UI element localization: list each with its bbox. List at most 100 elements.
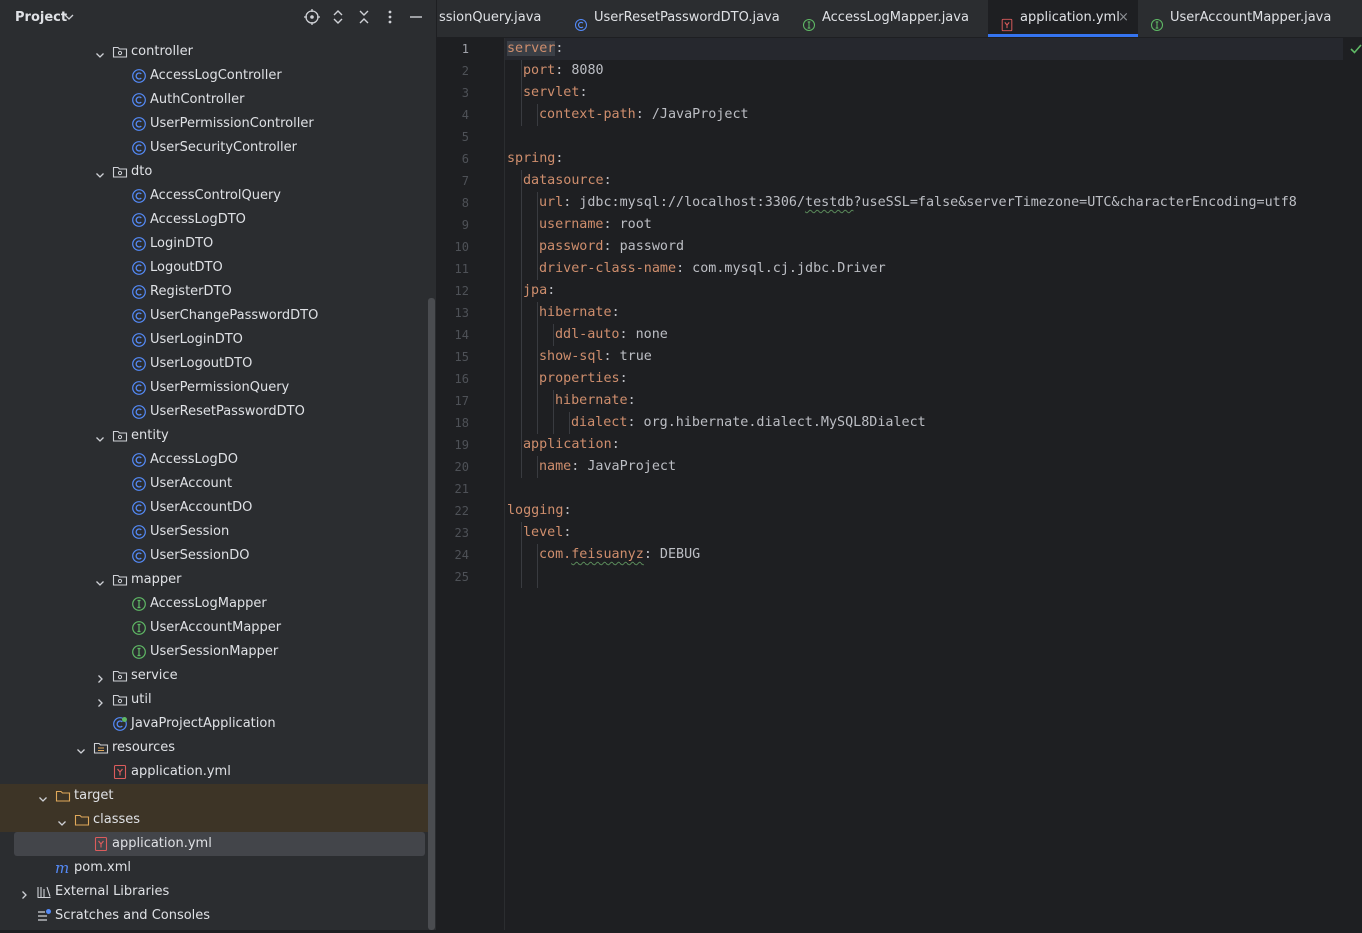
code-line[interactable]: hibernate:	[555, 390, 636, 412]
tree-node[interactable]: m pom.xml	[0, 856, 430, 880]
yaml-key: datasource	[523, 173, 604, 188]
tree-node[interactable]: controller	[0, 40, 430, 64]
tree-node[interactable]: util	[0, 688, 430, 712]
chevron-down-icon[interactable]	[94, 166, 106, 178]
code-line[interactable]: username: root	[539, 214, 652, 236]
code-line[interactable]: servlet:	[523, 82, 588, 104]
chevron-down-icon[interactable]	[94, 574, 106, 586]
tree-node-label: AccessControlQuery	[150, 188, 282, 203]
tree-node[interactable]: AccessLogMapper	[0, 592, 430, 616]
tree-node-label: AccessLogMapper	[150, 596, 267, 611]
project-title[interactable]: Project	[15, 10, 67, 25]
code-line[interactable]: dialect: org.hibernate.dialect.MySQL8Dia…	[571, 412, 926, 434]
editor-tab[interactable]: UserAccountMapper.java	[1138, 0, 1362, 37]
locate-target-icon[interactable]	[303, 8, 321, 26]
code-line[interactable]: logging:	[507, 500, 572, 522]
line-number: 10	[454, 240, 469, 254]
more-options-icon[interactable]	[381, 8, 399, 26]
tree-node[interactable]: resources	[0, 736, 430, 760]
line-number: 1	[461, 42, 469, 56]
tree-node[interactable]: UserSession	[0, 520, 430, 544]
tree-node[interactable]: AccessLogDTO	[0, 208, 430, 232]
tree-node[interactable]: UserSessionDO	[0, 544, 430, 568]
tree-node[interactable]: application.yml	[14, 832, 425, 856]
code-line[interactable]: com.feisuanyz: DEBUG	[539, 544, 700, 566]
hide-panel-icon[interactable]	[407, 8, 425, 26]
tree-node[interactable]: mapper	[0, 568, 430, 592]
chevron-down-icon[interactable]	[75, 742, 87, 754]
expand-all-icon[interactable]	[329, 8, 347, 26]
class-icon	[131, 356, 147, 372]
tree-node-label: UserResetPasswordDTO	[150, 404, 305, 419]
code-line[interactable]: driver-class-name: com.mysql.cj.jdbc.Dri…	[539, 258, 886, 280]
tree-node[interactable]: AuthController	[0, 88, 430, 112]
editor-tab[interactable]: UserResetPasswordDTO.java	[562, 0, 790, 37]
tree-node[interactable]: UserAccountMapper	[0, 616, 430, 640]
class-icon	[131, 260, 147, 276]
code-line[interactable]: application:	[523, 434, 620, 456]
tree-node[interactable]: classes	[0, 808, 430, 832]
chevron-right-icon[interactable]	[18, 886, 30, 899]
tree-node[interactable]: UserResetPasswordDTO	[0, 400, 430, 424]
scratches-icon	[36, 908, 52, 924]
tree-node[interactable]: UserChangePasswordDTO	[0, 304, 430, 328]
tree-node[interactable]: UserSessionMapper	[0, 640, 430, 664]
tree-node[interactable]: JavaProjectApplication	[0, 712, 430, 736]
code-line[interactable]: spring:	[507, 148, 563, 170]
tree-scrollbar[interactable]	[428, 298, 435, 930]
no-problems-check-icon[interactable]	[1349, 42, 1362, 56]
chevron-right-icon[interactable]	[94, 694, 106, 707]
tree-node[interactable]: application.yml	[0, 760, 430, 784]
code-line[interactable]: show-sql: true	[539, 346, 652, 368]
editor-tab-bar: ssionQuery.java UserResetPasswordDTO.java…	[437, 0, 1362, 38]
code-editor[interactable]: 1 server: 2 port: 8080 3 servlet: 4 context-pat…	[437, 38, 1362, 930]
chevron-down-icon[interactable]	[37, 790, 49, 802]
tree-node[interactable]: AccessLogController	[0, 64, 430, 88]
code-line[interactable]: properties:	[539, 368, 628, 390]
editor-tab[interactable]: ssionQuery.java	[437, 0, 562, 37]
chevron-down-icon[interactable]	[94, 46, 106, 58]
chevron-right-icon[interactable]	[94, 670, 106, 683]
tree-node[interactable]: UserAccount	[0, 472, 430, 496]
tree-node[interactable]: dto	[0, 160, 430, 184]
collapse-all-icon[interactable]	[355, 8, 373, 26]
tree-node[interactable]: UserLoginDTO	[0, 328, 430, 352]
code-line[interactable]: password: password	[539, 236, 684, 258]
tree-node[interactable]: LogoutDTO	[0, 256, 430, 280]
code-line[interactable]: server:	[507, 38, 563, 60]
close-tab-icon[interactable]: ×	[1118, 0, 1129, 36]
tree-node[interactable]: target	[0, 784, 430, 808]
chevron-down-icon[interactable]	[64, 10, 74, 24]
tree-node[interactable]: UserSecurityController	[0, 136, 430, 160]
line-number: 5	[461, 130, 469, 144]
line-number: 3	[461, 86, 469, 100]
tree-node[interactable]: LoginDTO	[0, 232, 430, 256]
code-line[interactable]: url: jdbc:mysql://localhost:3306/testdb?…	[539, 192, 1297, 214]
code-line[interactable]: context-path: /JavaProject	[539, 104, 749, 126]
tree-node[interactable]: UserLogoutDTO	[0, 352, 430, 376]
tree-node[interactable]: Scratches and Consoles	[0, 904, 430, 928]
spring-boot-class-icon	[112, 716, 128, 732]
code-line[interactable]: ddl-auto: none	[555, 324, 668, 346]
chevron-down-icon[interactable]	[94, 430, 106, 442]
tree-node[interactable]: External Libraries	[0, 880, 430, 904]
tree-node[interactable]: UserAccountDO	[0, 496, 430, 520]
line-number: 21	[454, 482, 469, 496]
code-line[interactable]: hibernate:	[539, 302, 620, 324]
code-line[interactable]: jpa:	[523, 280, 555, 302]
editor-tab[interactable]: AccessLogMapper.java	[790, 0, 988, 37]
chevron-down-icon[interactable]	[56, 814, 68, 826]
editor-tab[interactable]: application.yml ×	[988, 0, 1138, 37]
tree-node[interactable]: entity	[0, 424, 430, 448]
tree-node[interactable]: UserPermissionQuery	[0, 376, 430, 400]
tree-node[interactable]: RegisterDTO	[0, 280, 430, 304]
code-line[interactable]: level:	[523, 522, 571, 544]
tree-node[interactable]: UserPermissionController	[0, 112, 430, 136]
gutter-separator	[504, 38, 505, 930]
code-line[interactable]: datasource:	[523, 170, 612, 192]
tree-node[interactable]: service	[0, 664, 430, 688]
code-line[interactable]: name: JavaProject	[539, 456, 676, 478]
tree-node[interactable]: AccessLogDO	[0, 448, 430, 472]
tree-node[interactable]: AccessControlQuery	[0, 184, 430, 208]
code-line[interactable]: port: 8080	[523, 60, 604, 82]
